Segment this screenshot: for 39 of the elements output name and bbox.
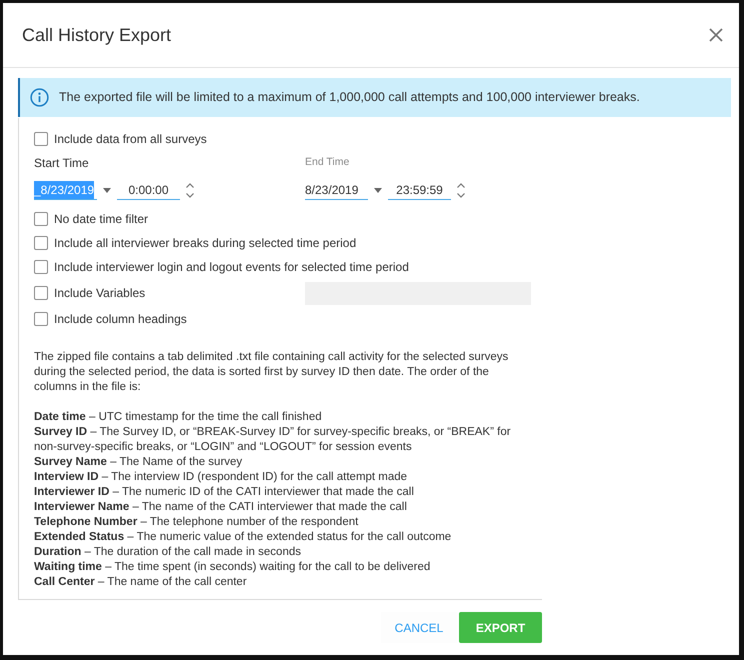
info-icon [30, 88, 49, 107]
chevron-down-icon[interactable] [186, 192, 194, 198]
checkbox[interactable] [34, 312, 48, 326]
column-definition: Survey ID – The Survey ID, or “BREAK-Survey ID” for survey-specific breaks, or “BREAK” for non-survey-specific breaks, or “LOGIN” and “LOGOUT” for session events [34, 425, 512, 455]
field-label: Start Time [34, 155, 89, 172]
column-definition: Survey Name – The Name of the survey [34, 455, 244, 470]
time-field[interactable]: 0:00:00 [117, 180, 180, 200]
checkbox[interactable] [34, 212, 48, 226]
checkbox[interactable] [34, 132, 48, 146]
column-definition: Interviewer ID – The numeric ID of the CATI interviewer that made the call [34, 485, 415, 500]
description-text: The zipped file contains a tab delimited .txt file containing call activity for the selected surveys during the selected period, the data is sorted first by survey ID then date. The order of the columns in the file is: [34, 350, 510, 395]
date-field[interactable]: 8/23/2019 [305, 180, 368, 200]
field-label: End Time [305, 155, 350, 170]
column-definition: Telephone Number – The telephone number of the respondent [34, 515, 360, 530]
chevron-up-icon[interactable] [186, 182, 194, 188]
chevron-up-icon[interactable] [457, 182, 465, 188]
column-definition: Interviewer Name – The name of the CATI interviewer that made the call [34, 500, 408, 515]
checkbox-label[interactable]: Include all interviewer breaks during selected time period [54, 234, 356, 252]
checkbox[interactable] [34, 286, 48, 300]
checkbox-label[interactable]: Include column headings [54, 310, 187, 328]
close-icon[interactable] [709, 28, 723, 42]
column-definition: Extended Status – The numeric value of the extended status for the call outcome [34, 530, 452, 545]
caret-down-icon[interactable] [374, 188, 382, 192]
chevron-down-icon[interactable] [457, 192, 465, 198]
notice-text: The exported file will be limited to a maximum of 1,000,000 call attempts and 100,000 interviewer breaks. [59, 89, 640, 106]
caret-down-icon[interactable] [103, 188, 111, 192]
checkbox-label[interactable]: Include Variables [54, 284, 146, 302]
column-definition: Duration – The duration of the call made in seconds [34, 545, 302, 560]
dialog-title: Call History Export [22, 24, 172, 47]
column-definition: Waiting time – The time spent (in seconds) waiting for the call to be delivered [34, 560, 432, 575]
column-definition: Interview ID – The interview ID (respondent ID) for the call attempt made [34, 470, 408, 485]
checkbox-label[interactable]: Include data from all surveys [54, 130, 207, 148]
time-field[interactable]: 23:59:59 [388, 180, 451, 200]
checkbox-label[interactable]: Include interviewer login and logout events for selected time period [54, 258, 409, 276]
column-definition: Date time – UTC timestamp for the time the call finished [34, 410, 323, 425]
checkbox[interactable] [34, 236, 48, 250]
column-definition: Call Center – The name of the call center [34, 575, 248, 590]
checkbox[interactable] [34, 260, 48, 274]
checkbox-label[interactable]: No date time filter [54, 210, 148, 228]
